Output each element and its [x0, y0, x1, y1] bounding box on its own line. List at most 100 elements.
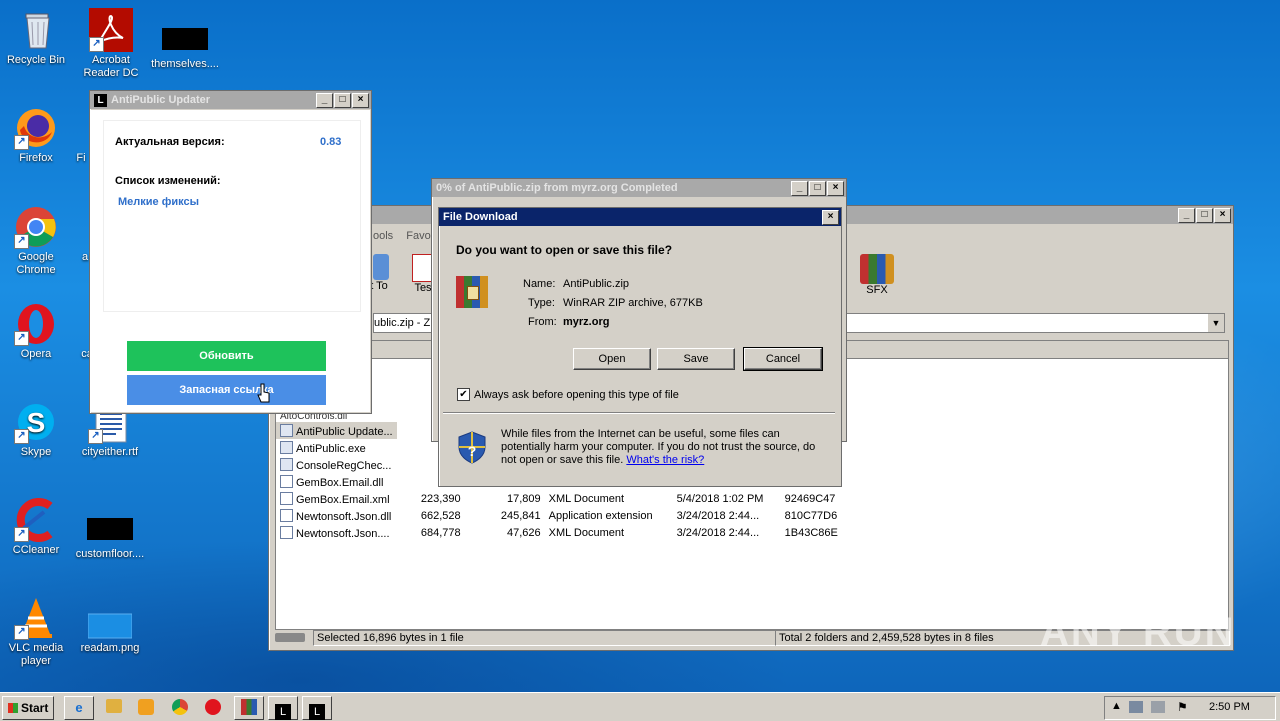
progress-title: 0% of AntiPublic.zip from myrz.org Compl…: [436, 182, 678, 194]
clock[interactable]: 2:50 PM: [1209, 701, 1250, 713]
minimize-button[interactable]: _: [1178, 207, 1195, 223]
shortcut-arrow-icon: ↗: [89, 37, 104, 52]
hand-cursor-icon: [257, 383, 270, 403]
ccleaner-icon: ↗: [14, 498, 58, 542]
menu-tools[interactable]: ools: [373, 230, 393, 242]
desktop-icon-recycle-bin[interactable]: Recycle Bin: [0, 8, 74, 67]
whats-the-risk-link[interactable]: What's the risk?: [626, 454, 704, 466]
sfx-icon: [860, 254, 894, 284]
desktop-icon-acrobat[interactable]: ↗ Acrobat Reader DC: [73, 8, 149, 80]
close-button[interactable]: ×: [1214, 207, 1231, 223]
file-icon: [280, 508, 293, 522]
changes-label: Список изменений:: [115, 175, 221, 187]
desktop-icon-label: Recycle Bin: [6, 54, 66, 66]
file-download-dialog[interactable]: File Download × Do you want to open or s…: [438, 207, 842, 487]
opera-icon: ↗: [14, 302, 58, 346]
desktop-icon-label: cityeither.rtf: [81, 446, 139, 458]
table-row[interactable]: Newtonsoft.Json.dll 662,528 245,841 Applica…: [276, 507, 842, 524]
opera-taskbar-icon[interactable]: [205, 699, 221, 715]
desktop-icon-opera[interactable]: ↗ Opera: [0, 302, 74, 361]
desktop-icon-label: themselves....: [151, 58, 219, 70]
cancel-button[interactable]: Cancel: [743, 347, 823, 371]
close-button[interactable]: ×: [822, 209, 839, 225]
name-value: AntiPublic.zip: [563, 278, 630, 290]
desktop-icon-label: customfloor....: [75, 548, 145, 560]
toolbar-extract-to[interactable]: t To: [369, 254, 389, 292]
file-icon: [280, 457, 293, 471]
firefox-icon: ↗: [14, 106, 58, 150]
skype-icon: S ↗: [14, 400, 58, 444]
desktop-icon-customfloor[interactable]: customfloor....: [72, 498, 148, 561]
warning-text: While files from the Internet can be use…: [501, 428, 816, 466]
ie-icon[interactable]: e: [64, 696, 94, 720]
shortcut-arrow-icon: ↗: [88, 429, 103, 444]
chrome-taskbar-icon[interactable]: [172, 699, 188, 715]
tray-expand-icon[interactable]: ▲: [1111, 700, 1122, 712]
updater-window[interactable]: L AntiPublic Updater _ □ × Актуальная ве…: [89, 90, 372, 414]
desktop-icon-chrome[interactable]: ↗ Google Chrome: [0, 205, 74, 277]
volume-icon[interactable]: [1151, 701, 1165, 713]
update-button[interactable]: Обновить: [127, 341, 326, 371]
backup-link-button[interactable]: Запасная ссылка: [127, 375, 326, 405]
desktop-icon-vlc[interactable]: ↗ VLC media player: [0, 596, 74, 668]
svg-text:S: S: [27, 407, 46, 438]
from-value: myrz.org: [563, 316, 610, 328]
save-button[interactable]: Save: [657, 348, 735, 370]
desktop-icon-label: Skype: [20, 446, 52, 458]
file-icon: [280, 525, 293, 539]
desktop-icon-label: Acrobat Reader DC: [83, 54, 139, 79]
always-ask-label[interactable]: Always ask before opening this type of f…: [474, 389, 679, 401]
winrar-menubar: ools Favo: [373, 230, 431, 242]
dialog-title: File Download: [443, 211, 518, 223]
toolbar-sfx[interactable]: SFX: [855, 254, 899, 296]
progress-titlebar[interactable]: 0% of AntiPublic.zip from myrz.org Compl…: [432, 179, 846, 197]
desktop-icon-skype[interactable]: S ↗ Skype: [0, 400, 74, 459]
antipublic-taskbar-button-2[interactable]: L: [302, 696, 332, 720]
file-icon: [280, 440, 293, 454]
app-icon: L: [309, 704, 325, 720]
windows-logo-icon: [7, 703, 18, 713]
table-row[interactable]: GemBox.Email.xml 223,390 17,809 XML Documen…: [276, 490, 842, 507]
network-icon[interactable]: [1129, 701, 1143, 713]
updater-info-panel: [103, 120, 361, 312]
winrar-taskbar-button[interactable]: [234, 696, 264, 720]
flag-icon[interactable]: ⚑: [1177, 700, 1188, 714]
close-button[interactable]: ×: [827, 180, 844, 196]
winrar-icon: [241, 699, 257, 715]
always-ask-checkbox[interactable]: ✔: [457, 388, 470, 401]
desktop-icon-label: Firefox: [19, 152, 53, 164]
open-button[interactable]: Open: [573, 348, 651, 370]
minimize-button[interactable]: _: [791, 180, 808, 196]
menu-favorites[interactable]: Favo: [406, 230, 430, 242]
dialog-titlebar[interactable]: File Download ×: [439, 208, 841, 226]
desktop-icon-readam[interactable]: readam.png: [72, 596, 148, 655]
media-player-icon[interactable]: [138, 699, 154, 715]
status-left: Selected 16,896 bytes in 1 file: [313, 630, 776, 646]
recycle-bin-icon: [14, 8, 58, 52]
explorer-icon[interactable]: [106, 699, 122, 713]
minimize-button[interactable]: _: [316, 92, 333, 108]
desktop-icon-label: Opera: [20, 348, 52, 360]
maximize-button[interactable]: □: [1196, 207, 1213, 223]
extract-icon: [373, 254, 389, 280]
desktop-icon-ccleaner[interactable]: ↗ CCleaner: [0, 498, 74, 557]
shield-icon: ?: [457, 430, 487, 464]
antipublic-taskbar-button-1[interactable]: L: [268, 696, 298, 720]
shortcut-arrow-icon: ↗: [14, 527, 29, 542]
maximize-button[interactable]: □: [334, 92, 351, 108]
name-label: Name:: [523, 278, 556, 290]
start-button[interactable]: Start: [2, 696, 54, 720]
maximize-button[interactable]: □: [809, 180, 826, 196]
close-button[interactable]: ×: [352, 92, 369, 108]
table-row[interactable]: Newtonsoft.Json.... 684,778 47,626 XML Docu…: [276, 524, 842, 541]
shortcut-arrow-icon: ↗: [14, 234, 29, 249]
black-file-icon: [162, 28, 208, 50]
updater-titlebar[interactable]: L AntiPublic Updater _ □ ×: [90, 91, 371, 109]
address-dropdown-button[interactable]: ▼: [1208, 314, 1224, 332]
watermark: ANY RUN: [1040, 610, 1236, 654]
winrar-archive-icon: [456, 276, 488, 308]
desktop-icon-themselves[interactable]: themselves....: [147, 8, 223, 71]
png-file-icon: [87, 596, 133, 640]
desktop-icon-firefox[interactable]: ↗ Firefox: [0, 106, 74, 165]
partial-icon: [71, 106, 91, 150]
